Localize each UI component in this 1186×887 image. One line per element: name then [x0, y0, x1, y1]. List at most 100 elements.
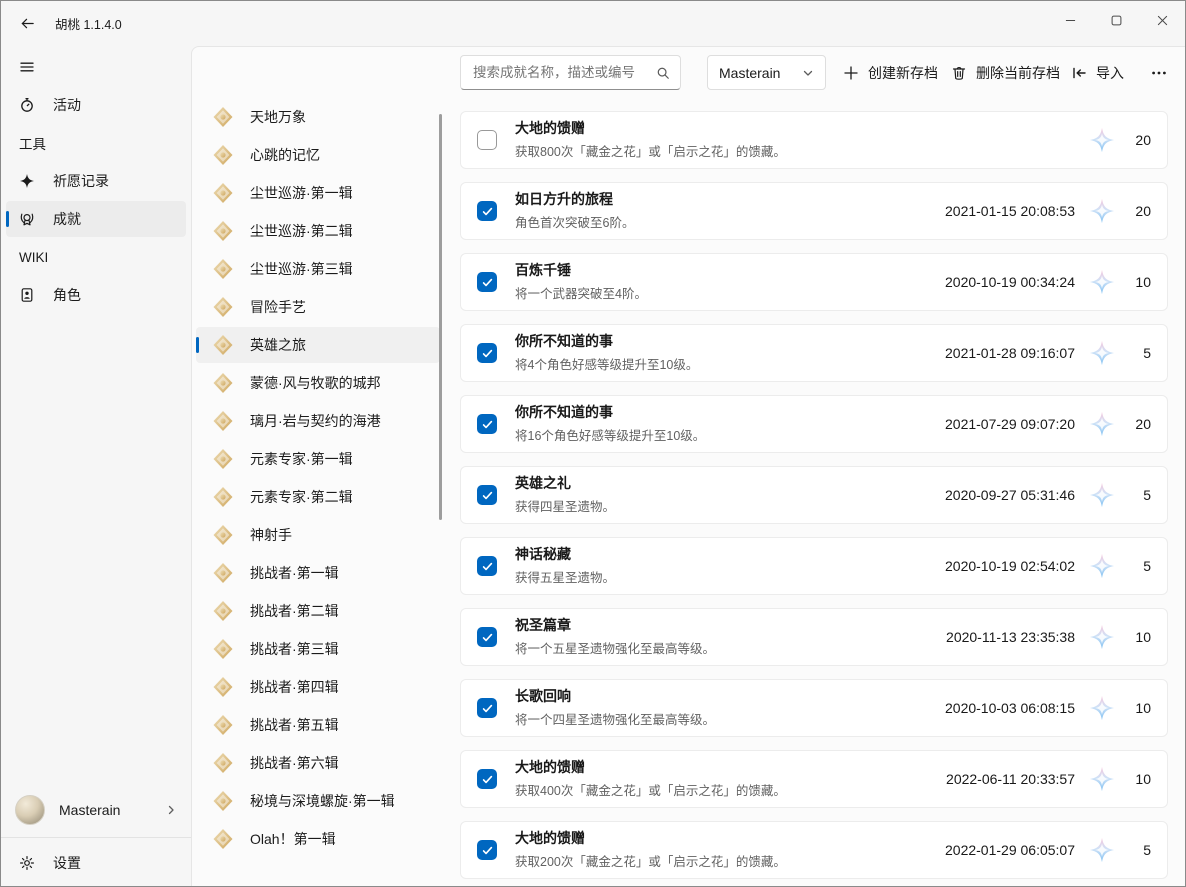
achievement-checkbox[interactable]	[477, 343, 497, 363]
sidebar-item-wish-history[interactable]: 祈愿记录	[6, 163, 186, 199]
achievement-reward: 5	[1129, 558, 1151, 574]
achievement-row: 你所不知道的事 将16个角色好感等级提升至10级。 2021-07-29 09:…	[460, 395, 1168, 453]
category-item[interactable]: 心跳的记忆	[196, 137, 440, 173]
achievement-description: 将一个五星圣遗物强化至最高等级。	[515, 638, 946, 657]
primogem-icon	[1089, 837, 1115, 863]
achievement-reward: 20	[1129, 132, 1151, 148]
more-options-button[interactable]	[1140, 55, 1178, 90]
category-item[interactable]: 挑战者·第六辑	[196, 745, 440, 781]
category-item[interactable]: 英雄之旅	[196, 327, 440, 363]
content-panel: Masterain 创建新存档 删除当前存档 导入 天地万象	[191, 46, 1185, 887]
achievement-date: 2021-01-28 09:16:07	[945, 345, 1075, 361]
achievement-title: 大地的馈赠	[515, 830, 945, 847]
sidebar-item-activity[interactable]: 活动	[6, 87, 186, 123]
achievement-reward: 5	[1129, 487, 1151, 503]
character-icon	[19, 287, 35, 303]
achievement-checkbox[interactable]	[477, 556, 497, 576]
search-box[interactable]	[460, 55, 681, 90]
category-item[interactable]: 天地万象	[196, 99, 440, 135]
category-medal-icon	[212, 448, 234, 470]
achievement-title: 祝圣篇章	[515, 617, 946, 634]
sidebar-item-settings[interactable]: 设置	[6, 843, 186, 883]
import-button[interactable]: 导入	[1061, 55, 1134, 90]
search-input[interactable]	[463, 65, 656, 80]
category-item[interactable]: 秘境与深境螺旋·第一辑	[196, 783, 440, 819]
category-item[interactable]: 挑战者·第四辑	[196, 669, 440, 705]
app-window: 胡桃 1.1.4.0 活动 工具 祈愿记录 成就 WIKI	[0, 0, 1186, 887]
achievement-checkbox[interactable]	[477, 698, 497, 718]
category-item[interactable]: 尘世巡游·第二辑	[196, 213, 440, 249]
category-label: 挑战者·第五辑	[250, 715, 339, 735]
hamburger-icon	[19, 59, 35, 75]
achievement-checkbox[interactable]	[477, 627, 497, 647]
category-item[interactable]: 尘世巡游·第三辑	[196, 251, 440, 287]
achievement-checkbox[interactable]	[477, 201, 497, 221]
category-medal-icon	[212, 790, 234, 812]
delete-archive-label: 删除当前存档	[976, 63, 1060, 83]
category-item[interactable]: 蒙德·风与牧歌的城邦	[196, 365, 440, 401]
user-profile-row[interactable]: Masterain	[6, 788, 186, 832]
category-item[interactable]: 挑战者·第三辑	[196, 631, 440, 667]
achievement-description: 将一个武器突破至4阶。	[515, 283, 945, 302]
category-medal-icon	[212, 600, 234, 622]
hamburger-menu-button[interactable]	[9, 50, 45, 84]
achievement-checkbox[interactable]	[477, 485, 497, 505]
category-medal-icon	[212, 638, 234, 660]
sidebar-item-character[interactable]: 角色	[6, 277, 186, 313]
category-label: 冒险手艺	[250, 297, 306, 317]
category-item[interactable]: 挑战者·第一辑	[196, 555, 440, 591]
achievement-text: 大地的馈赠 获取200次「藏金之花」或「启示之花」的馈藏。	[515, 830, 945, 870]
category-item[interactable]: Olah！第一辑	[196, 821, 440, 857]
category-medal-icon	[212, 714, 234, 736]
category-item[interactable]: 挑战者·第五辑	[196, 707, 440, 743]
category-label: 尘世巡游·第一辑	[250, 183, 353, 203]
close-button[interactable]	[1139, 1, 1185, 39]
achievement-checkbox[interactable]	[477, 840, 497, 860]
category-item[interactable]: 神射手	[196, 517, 440, 553]
plus-icon	[843, 65, 859, 81]
close-icon	[1157, 15, 1168, 26]
category-item[interactable]: 冒险手艺	[196, 289, 440, 325]
sidebar-item-achievements[interactable]: 成就	[6, 201, 186, 237]
primogem-icon	[1089, 695, 1115, 721]
chevron-down-icon	[802, 67, 814, 79]
category-label: 挑战者·第三辑	[250, 639, 339, 659]
achievement-reward: 20	[1129, 416, 1151, 432]
sidebar-item-label: 祈愿记录	[53, 171, 109, 191]
category-scrollbar[interactable]	[439, 114, 442, 520]
achievement-meta: 2022-06-11 20:33:57 10	[946, 766, 1151, 792]
achievement-description: 获取400次「藏金之花」或「启示之花」的馈藏。	[515, 780, 946, 799]
achievement-text: 百炼千锤 将一个武器突破至4阶。	[515, 262, 945, 302]
import-label: 导入	[1096, 63, 1124, 83]
archive-selected-value: Masterain	[719, 65, 802, 81]
maximize-icon	[1111, 15, 1122, 26]
achievement-checkbox[interactable]	[477, 414, 497, 434]
achievement-title: 如日方升的旅程	[515, 191, 945, 208]
back-button[interactable]	[11, 9, 43, 39]
minimize-button[interactable]	[1047, 1, 1093, 39]
category-item[interactable]: 元素专家·第一辑	[196, 441, 440, 477]
achievement-text: 长歌回响 将一个四星圣遗物强化至最高等级。	[515, 688, 945, 728]
category-item[interactable]: 尘世巡游·第一辑	[196, 175, 440, 211]
primogem-icon	[1089, 766, 1115, 792]
maximize-button[interactable]	[1093, 1, 1139, 39]
category-item[interactable]: 璃月·岩与契约的海港	[196, 403, 440, 439]
create-archive-button[interactable]: 创建新存档	[833, 55, 948, 90]
achievement-checkbox[interactable]	[477, 130, 497, 150]
category-medal-icon	[212, 410, 234, 432]
achievement-description: 获得四星圣遗物。	[515, 496, 945, 515]
achievement-text: 如日方升的旅程 角色首次突破至6阶。	[515, 191, 945, 231]
achievement-reward: 10	[1129, 771, 1151, 787]
achievement-checkbox[interactable]	[477, 272, 497, 292]
delete-archive-button[interactable]: 删除当前存档	[941, 55, 1070, 90]
category-label: 挑战者·第一辑	[250, 563, 339, 583]
category-item[interactable]: 挑战者·第二辑	[196, 593, 440, 629]
achievement-description: 将16个角色好感等级提升至10级。	[515, 425, 945, 444]
achievement-title: 大地的馈赠	[515, 759, 946, 776]
more-ellipsis-icon	[1151, 65, 1167, 81]
archive-selector-dropdown[interactable]: Masterain	[707, 55, 826, 90]
achievement-description: 将一个四星圣遗物强化至最高等级。	[515, 709, 945, 728]
achievement-text: 你所不知道的事 将16个角色好感等级提升至10级。	[515, 404, 945, 444]
category-item[interactable]: 元素专家·第二辑	[196, 479, 440, 515]
achievement-checkbox[interactable]	[477, 769, 497, 789]
